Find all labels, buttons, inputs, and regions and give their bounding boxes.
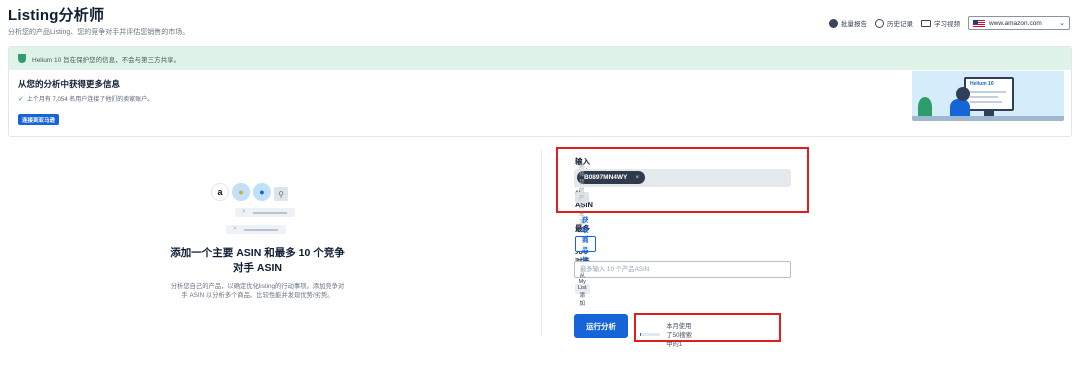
tutorial-video-button[interactable]: 学习视频	[921, 18, 960, 28]
page-header: Listing分析师 分析您的产品Listing、您的竞争对手并评估您销售的市场…	[8, 4, 189, 37]
product-thumbnail-icon: ●	[232, 183, 250, 201]
banner-note-text: 上个月有 7,054 名用户连接了他们的卖家账户。	[26, 97, 154, 103]
batch-report-label: 批量报告	[841, 21, 867, 28]
asin-row-placeholder: ×	[226, 225, 286, 234]
connect-amazon-button[interactable]: 连接到亚马逊	[18, 114, 60, 125]
batch-report-button[interactable]: 批量报告	[829, 18, 867, 28]
monitor-illustration: Helium 10	[964, 77, 1014, 111]
us-flag-icon	[973, 19, 985, 27]
tutorial-video-label: 学习视频	[934, 21, 960, 28]
empty-state-panel: a ● ● ⚲ × × 添加一个主要 ASIN 和最多 10 个竞争对手 ASI…	[0, 150, 540, 367]
history-button[interactable]: 历史记录	[875, 18, 913, 28]
empty-state-icons: a ● ● ⚲	[211, 183, 288, 201]
shield-icon	[18, 54, 26, 63]
desk-illustration	[912, 116, 1064, 121]
top-actions: 批量报告 历史记录 学习视频 www.amazon.com ⌄	[829, 16, 1070, 30]
banner-body: 从您的分析中获得更多信息 ✓ 上个月有 7,054 名用户连接了他们的卖家账户。…	[9, 70, 1071, 136]
competitor-asin-input[interactable]	[574, 261, 791, 278]
check-icon: ✓	[18, 95, 24, 103]
connect-seller-banner: Helium 10 旨在保护您的信息，不会与第三方共享。 从您的分析中获得更多信…	[8, 46, 1072, 137]
panel-divider	[541, 150, 542, 336]
history-icon	[875, 18, 884, 28]
fetch-product-info-button[interactable]: 获取商品信息	[575, 217, 596, 274]
amazon-logo-icon: a	[211, 183, 229, 201]
page-subtitle: 分析您的产品Listing、您的竞争对手并评估您销售的市场。	[8, 29, 190, 36]
marketplace-value: www.amazon.com	[989, 19, 1042, 27]
asin-row-placeholder: ×	[235, 208, 295, 217]
asin-chip: B0897MN4WY ×	[577, 171, 646, 184]
plant-illustration	[918, 97, 932, 117]
usage-progress-fill	[640, 333, 642, 336]
search-usage: 本月使用了50搜索中的1	[640, 321, 697, 348]
usage-progress-bar	[640, 333, 661, 336]
product-thumbnail-icon: ●	[253, 183, 271, 201]
banner-note: ✓ 上个月有 7,054 名用户连接了他们的卖家账户。	[18, 94, 154, 104]
banner-heading: 从您的分析中获得更多信息	[18, 79, 121, 89]
batch-report-icon	[829, 18, 838, 28]
helium10-logo: Helium 10	[970, 81, 994, 87]
usage-text: 本月使用了50搜索中的1	[666, 323, 693, 348]
main-asin-input[interactable]: B0897MN4WY ×	[574, 169, 791, 187]
empty-state-description: 分析您自己的产品，以确定优化listing的行动事项。添加竞争对手 ASIN 以…	[170, 283, 345, 299]
remove-icon: ×	[242, 209, 246, 215]
marketplace-select[interactable]: www.amazon.com ⌄	[968, 16, 1070, 30]
chip-remove-icon[interactable]: ×	[635, 174, 639, 181]
banner-illustration: Helium 10	[912, 71, 1064, 121]
run-analysis-button[interactable]: 运行分析	[574, 314, 628, 338]
privacy-notice-bar: Helium 10 旨在保护您的信息，不会与第三方共享。	[9, 47, 1071, 70]
history-label: 历史记录	[887, 21, 913, 28]
select-my-product-button[interactable]: 选择我的产品来添加	[575, 164, 589, 234]
remove-icon: ×	[233, 226, 237, 232]
person-head	[956, 87, 970, 101]
privacy-notice-text: Helium 10 旨在保护您的信息，不会与第三方共享。	[32, 56, 181, 64]
asin-chip-value: B0897MN4WY	[584, 174, 628, 181]
video-camera-icon	[921, 19, 931, 27]
page-title: Listing分析师	[8, 7, 105, 24]
search-icon: ⚲	[274, 187, 288, 201]
add-from-my-list-button[interactable]: 从My List添加	[575, 273, 590, 307]
empty-state-heading: 添加一个主要 ASIN 和最多 10 个竞争对手 ASIN	[170, 247, 345, 274]
chevron-down-icon: ⌄	[1059, 20, 1065, 27]
